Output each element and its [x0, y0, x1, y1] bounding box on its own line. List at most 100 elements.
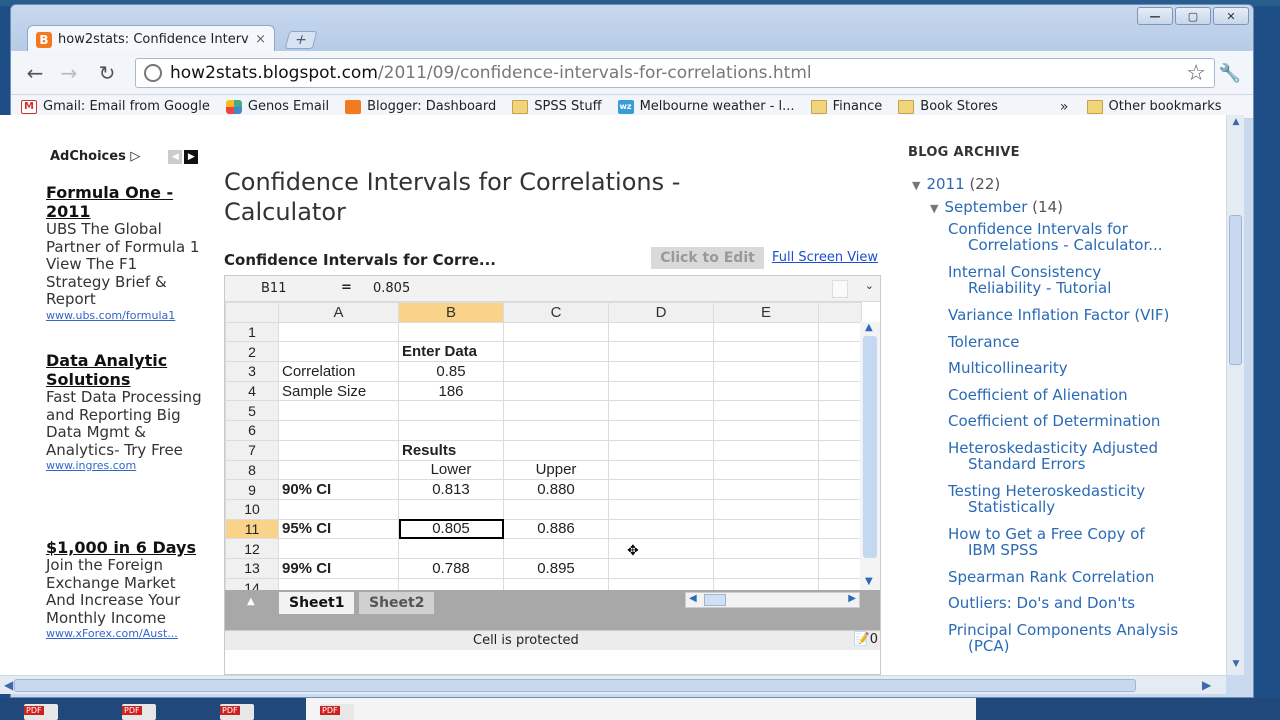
cell-a[interactable]: 95% CI — [278, 518, 399, 540]
cell-c[interactable] — [503, 321, 609, 343]
archive-post-line[interactable]: Heteroskedasticity Adjusted — [948, 440, 1208, 456]
forward-arrow-icon[interactable]: → — [57, 61, 81, 85]
archive-post-link[interactable]: Confidence Intervals for Correlations - C… — [948, 221, 1208, 253]
cell-a[interactable]: 99% CI — [278, 557, 399, 579]
cell-e[interactable] — [713, 518, 819, 540]
cell-a[interactable]: Sample Size — [278, 380, 399, 402]
cell-e[interactable] — [713, 479, 819, 500]
bookmark-genos[interactable]: Genos Email — [225, 99, 329, 114]
ad-heading[interactable]: Data Analytic Solutions — [46, 351, 206, 389]
archive-post-line[interactable]: IBM SPSS — [948, 542, 1208, 558]
archive-post-line[interactable]: Statistically — [948, 499, 1208, 515]
ad-heading[interactable]: $1,000 in 6 Days — [46, 538, 206, 557]
archive-post-link[interactable]: How to Get a Free Copy of IBM SPSS — [948, 526, 1208, 558]
row-header[interactable]: 1 — [225, 321, 279, 343]
full-screen-link[interactable]: Full Screen View — [772, 250, 878, 265]
row-header[interactable]: 5 — [225, 400, 279, 422]
sheet-vertical-scrollbar[interactable]: ▲ ▼ — [860, 322, 880, 590]
cell-f[interactable] — [818, 479, 862, 500]
cell-e[interactable] — [713, 341, 819, 363]
scroll-down-icon[interactable]: ▼ — [865, 576, 873, 587]
sheet-scroll-thumb[interactable] — [863, 336, 877, 558]
cell-b[interactable] — [398, 400, 504, 422]
browser-tab[interactable]: B how2stats: Confidence Interv × — [27, 25, 275, 53]
archive-post-link[interactable]: Spearman Rank Correlation — [948, 569, 1208, 585]
taskbar-pdf-item[interactable]: PDF — [220, 704, 254, 720]
cell-b[interactable]: 0.85 — [398, 361, 504, 382]
other-bookmarks[interactable]: Other bookmarks — [1086, 99, 1222, 114]
maximize-button[interactable]: ▢ — [1175, 7, 1211, 25]
cell-e[interactable] — [713, 420, 819, 441]
row-header[interactable]: 13 — [225, 557, 279, 579]
ad-prev-icon[interactable]: ◀ — [168, 149, 183, 164]
cell-a[interactable] — [278, 459, 399, 481]
archive-post-line[interactable]: Internal Consistency — [948, 264, 1208, 280]
cell-d[interactable] — [608, 361, 714, 382]
scroll-up-icon[interactable]: ▲ — [1230, 117, 1242, 129]
cell-f[interactable] — [818, 361, 862, 382]
address-bar[interactable]: how2stats.blogspot.com/2011/09/confidenc… — [135, 58, 1215, 88]
ad-url[interactable]: www.ingres.com — [46, 459, 206, 473]
cell-c[interactable] — [503, 361, 609, 382]
cell-e[interactable] — [713, 498, 819, 520]
scroll-up-icon[interactable]: ▲ — [865, 322, 873, 333]
cell-c[interactable] — [503, 341, 609, 363]
corner-cell[interactable] — [225, 302, 279, 323]
cell-a[interactable] — [278, 538, 399, 559]
column-header-c[interactable]: C — [503, 302, 609, 323]
formula-spinner[interactable] — [832, 280, 848, 298]
cell-e[interactable] — [713, 459, 819, 481]
archive-post-line[interactable]: Multicollinearity — [948, 360, 1208, 376]
formula-expand-icon[interactable]: ⌄ — [865, 279, 874, 292]
row-header[interactable]: 3 — [225, 361, 279, 382]
archive-post-line[interactable]: How to Get a Free Copy of — [948, 526, 1208, 542]
cell-d[interactable] — [608, 380, 714, 402]
cell-a[interactable]: 90% CI — [278, 479, 399, 500]
cell-e[interactable] — [713, 400, 819, 422]
cell-d[interactable] — [608, 341, 714, 363]
cell-e[interactable] — [713, 538, 819, 559]
cell-e[interactable] — [713, 361, 819, 382]
cell-b[interactable]: 186 — [398, 380, 504, 402]
archive-year-label[interactable]: 2011 — [926, 175, 964, 193]
row-header[interactable]: 8 — [225, 459, 279, 481]
bookmark-star-icon[interactable]: ☆ — [1186, 61, 1206, 86]
cell-a[interactable] — [278, 341, 399, 363]
ad-next-icon[interactable]: ▶ — [184, 149, 199, 164]
cell-b[interactable] — [398, 321, 504, 343]
archive-post-link[interactable]: Outliers: Do's and Don'ts — [948, 595, 1208, 611]
cell-c[interactable] — [503, 380, 609, 402]
cell-d[interactable] — [608, 321, 714, 343]
archive-post-line[interactable]: Tolerance — [948, 334, 1208, 350]
archive-post-line[interactable]: Coefficient of Determination — [948, 413, 1208, 429]
cell-e[interactable] — [713, 321, 819, 343]
archive-post-link[interactable]: Tolerance — [948, 334, 1208, 350]
page-horizontal-scrollbar[interactable]: ◀ ▶ — [0, 675, 1226, 694]
cell-a[interactable]: Correlation — [278, 361, 399, 382]
ad-url[interactable]: www.xForex.com/Aust... — [46, 627, 206, 641]
wrench-icon[interactable]: 🔧 — [1219, 63, 1241, 84]
new-tab-button[interactable]: + — [284, 31, 318, 49]
archive-post-line[interactable]: Variance Inflation Factor (VIF) — [948, 307, 1208, 323]
cell-b[interactable] — [398, 498, 504, 520]
cell-d[interactable] — [608, 498, 714, 520]
cell-f[interactable] — [818, 380, 862, 402]
cell-reference[interactable]: B11 — [261, 281, 286, 296]
cell-b[interactable]: Results — [398, 439, 504, 461]
column-header-b[interactable]: B — [398, 302, 504, 323]
taskbar-pdf-item[interactable]: PDF — [122, 704, 156, 720]
archive-month-september[interactable]: ▼ September (14) — [930, 198, 1063, 216]
row-header[interactable]: 10 — [225, 498, 279, 520]
cell-f[interactable] — [818, 420, 862, 441]
cell-b[interactable] — [398, 538, 504, 559]
archive-post-link[interactable]: Principal Components Analysis (PCA) — [948, 622, 1208, 654]
cell-b[interactable]: Lower — [398, 459, 504, 481]
cell-d[interactable] — [608, 439, 714, 461]
archive-post-line[interactable]: Principal Components Analysis — [948, 622, 1208, 638]
cell-a[interactable] — [278, 400, 399, 422]
archive-post-line[interactable]: Testing Heteroskedasticity — [948, 483, 1208, 499]
cell-f[interactable] — [818, 518, 862, 540]
archive-year-2011[interactable]: ▼ 2011 (22) — [912, 175, 1000, 193]
page-scroll-thumb[interactable] — [1229, 215, 1242, 365]
cell-f[interactable] — [818, 341, 862, 363]
